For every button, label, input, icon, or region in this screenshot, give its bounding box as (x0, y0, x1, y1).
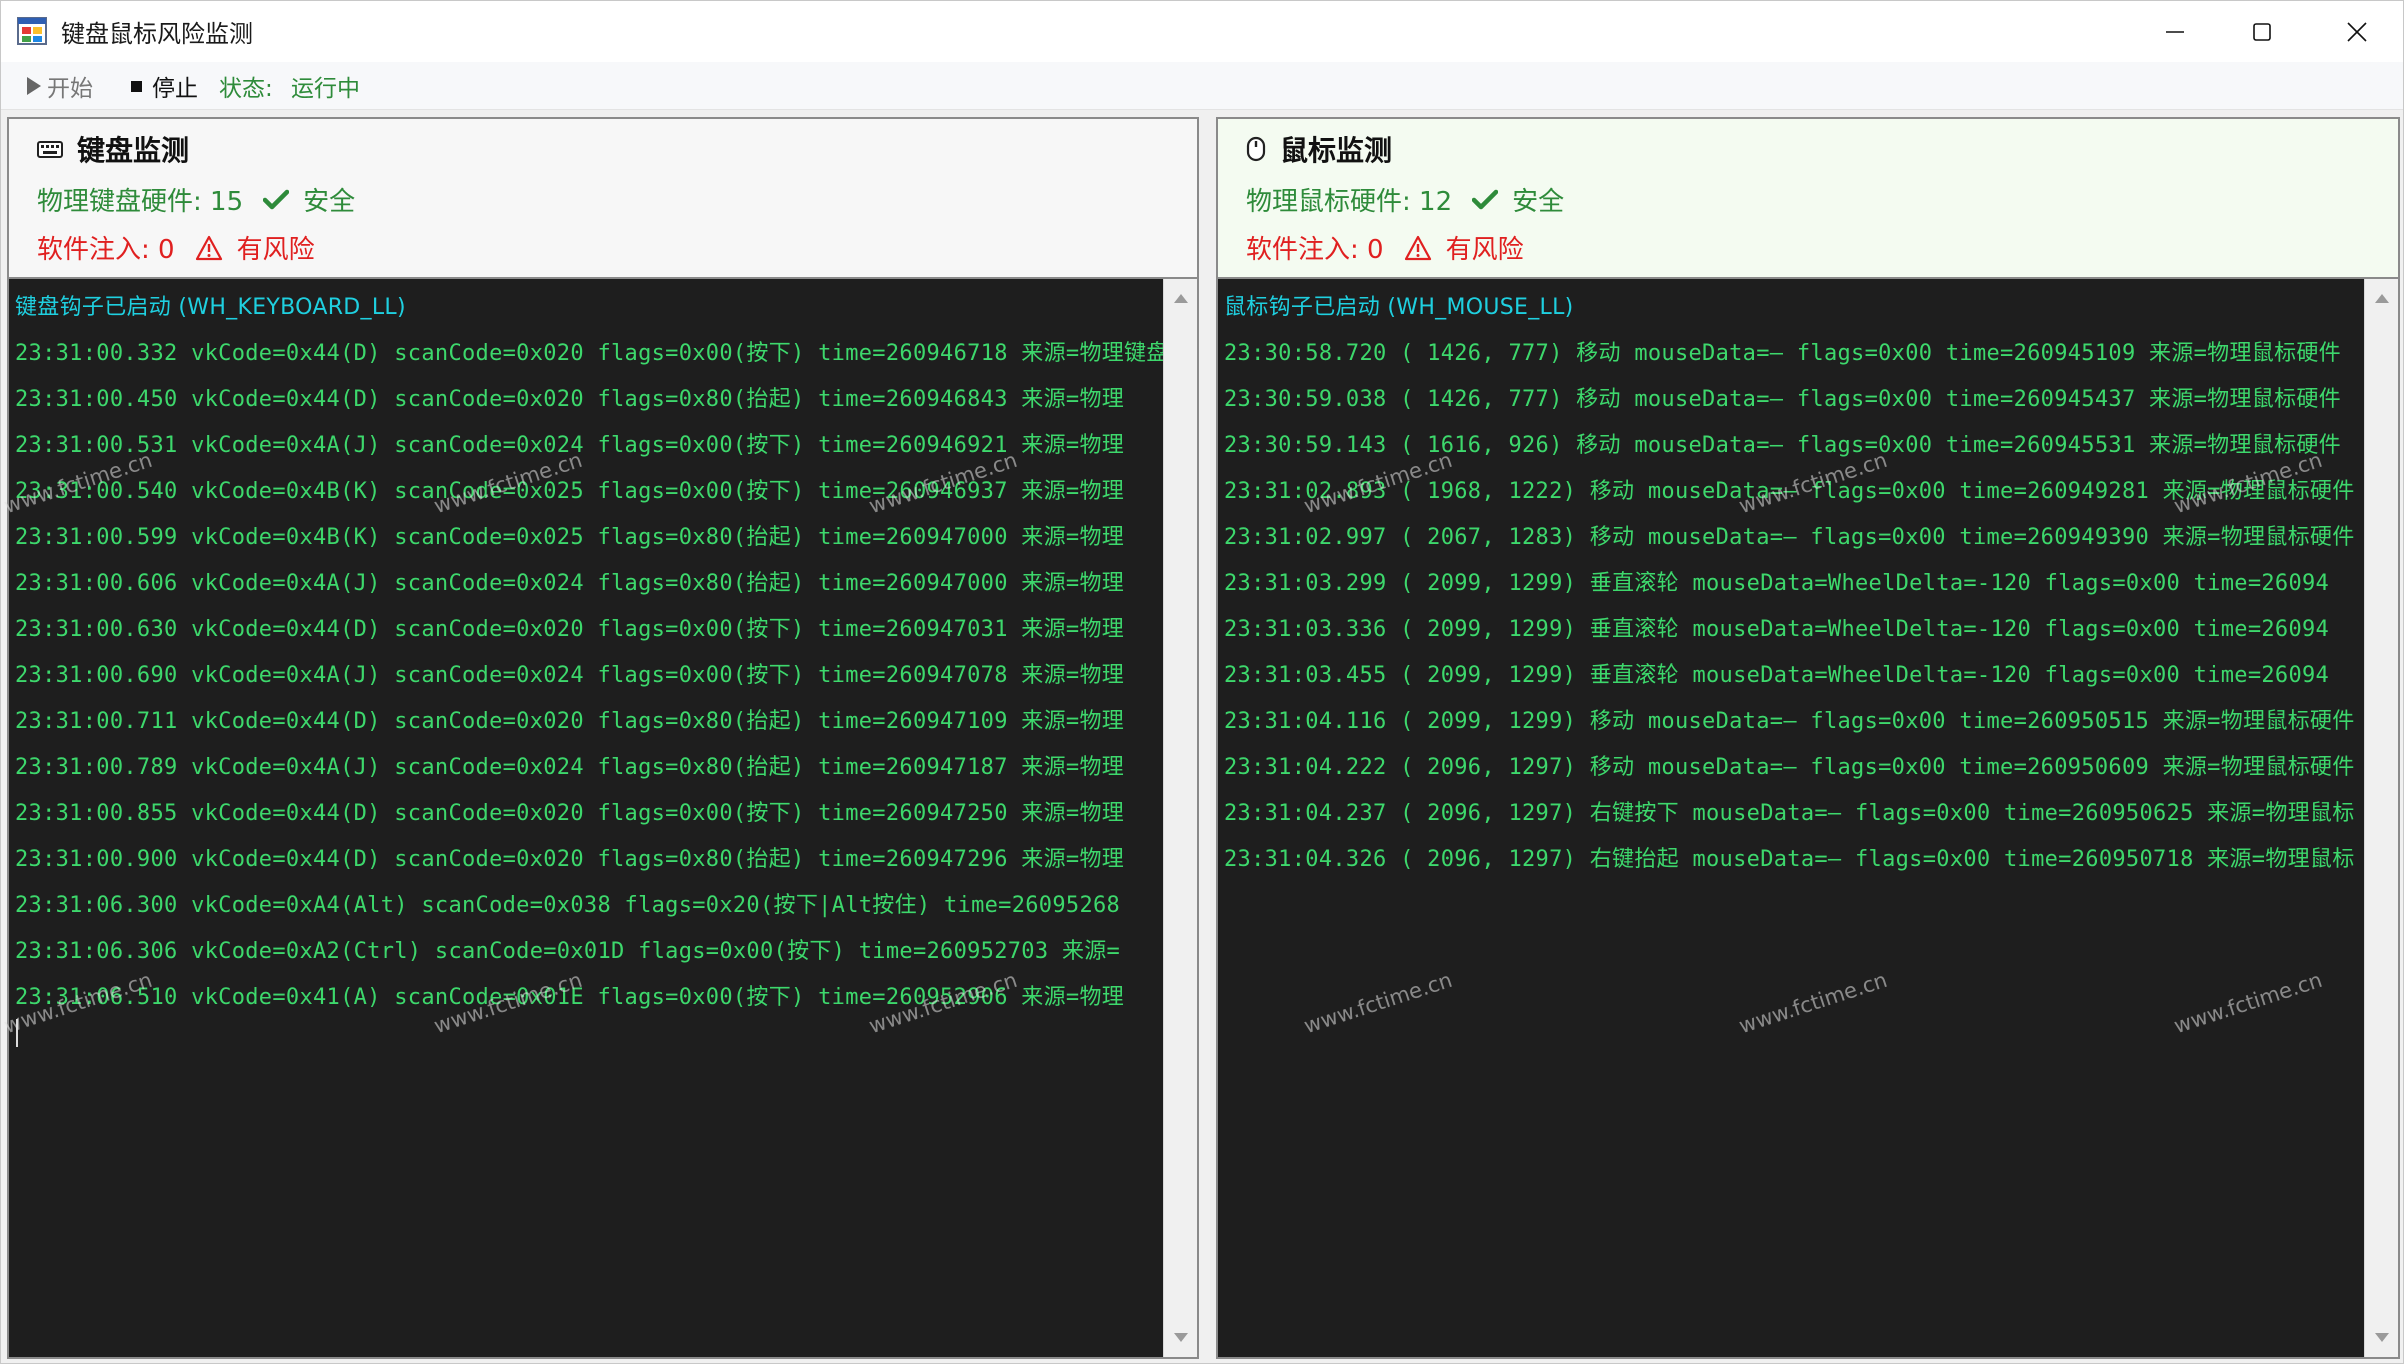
mouse-hardware-count: 物理鼠标硬件: 12 (1246, 187, 1453, 217)
minimize-icon (2166, 30, 2184, 33)
mouse-log-line: 23:31:04.326 ( 2096, 1297) 右键抬起 mouseDat… (1224, 847, 2355, 872)
keyboard-log-line: 23:31:00.789 vkCode=0x4A(J) scanCode=0x0… (15, 755, 1125, 780)
mouse-log-line: 23:30:59.143 ( 1616, 926) 移动 mouseData=—… (1224, 433, 2341, 458)
keyboard-log-line: 23:31:00.599 vkCode=0x4B(K) scanCode=0x0… (15, 525, 1125, 550)
keyboard-log-line: 23:31:00.540 vkCode=0x4B(K) scanCode=0x0… (15, 479, 1125, 504)
scroll-down-button[interactable] (1164, 1323, 1197, 1353)
toolbar: 开始 停止 状态: 运行中 (1, 62, 2403, 110)
check-icon (263, 189, 290, 209)
mouse-log-line: 23:31:04.116 ( 2099, 1299) 移动 mouseData=… (1224, 709, 2355, 734)
scroll-down-button[interactable] (2365, 1323, 2398, 1353)
app-window-icon (17, 17, 47, 45)
keyboard-log-line: 23:31:00.690 vkCode=0x4A(J) scanCode=0x0… (15, 663, 1125, 688)
keyboard-log-line: 23:31:00.531 vkCode=0x4A(J) scanCode=0x0… (15, 433, 1125, 458)
mouse-log-line: 23:31:03.336 ( 2099, 1299) 垂直滚轮 mouseDat… (1224, 617, 2330, 642)
stop-button-label: 停止 (152, 76, 198, 102)
chevron-up-icon (2375, 294, 2389, 303)
keyboard-log-line: 23:31:00.711 vkCode=0x44(D) scanCode=0x0… (15, 709, 1125, 734)
mouse-panel-title: 鼠标监测 (1280, 134, 1393, 167)
keyboard-log-line: 23:31:06.510 vkCode=0x41(A) scanCode=0x0… (15, 985, 1125, 1010)
close-icon (2347, 21, 2367, 42)
keyboard-log-line: 23:31:06.306 vkCode=0xA2(Ctrl) scanCode=… (15, 939, 1121, 964)
mouse-log-line: 23:31:04.222 ( 2096, 1297) 移动 mouseData=… (1224, 755, 2355, 780)
mouse-log-line: 23:30:59.038 ( 1426, 777) 移动 mouseData=—… (1224, 387, 2341, 412)
keyboard-panel-header: 键盘监测 物理键盘硬件: 15 安全 软件注入: 0 有风险 (7, 117, 1199, 279)
keyboard-hardware-count: 物理键盘硬件: 15 (37, 187, 244, 217)
keyboard-log-scrollbar[interactable] (1163, 279, 1197, 1357)
chevron-down-icon (2375, 1333, 2389, 1342)
keyboard-hardware-status: 安全 (303, 187, 356, 217)
mouse-log-line: 23:31:03.299 ( 2099, 1299) 垂直滚轮 mouseDat… (1224, 571, 2330, 596)
scroll-up-button[interactable] (1164, 283, 1197, 313)
keyboard-injection-count: 软件注入: 0 (37, 235, 175, 265)
keyboard-log-line: 23:31:00.855 vkCode=0x44(D) scanCode=0x0… (15, 801, 1125, 826)
keyboard-log-header: 键盘钩子已启动 (WH_KEYBOARD_LL) (15, 295, 406, 320)
mouse-panel-header: 鼠标监测 物理鼠标硬件: 12 安全 软件注入: 0 有风险 (1216, 117, 2400, 279)
status-value: 运行中 (291, 76, 360, 102)
keyboard-log-line: 23:31:00.606 vkCode=0x4A(J) scanCode=0x0… (15, 571, 1125, 596)
stop-icon (131, 80, 142, 92)
warning-icon (1404, 235, 1431, 260)
chevron-up-icon (1174, 294, 1188, 303)
title-bar: 键盘鼠标风险监测 (1, 1, 2403, 62)
text-caret (16, 1019, 18, 1047)
mouse-log-line: 23:31:02.893 ( 1968, 1222) 移动 mouseData=… (1224, 479, 2355, 504)
mouse-log-area[interactable]: 鼠标钩子已启动 (WH_MOUSE_LL) 23:30:58.720 ( 142… (1216, 279, 2400, 1359)
mouse-log-line: 23:31:04.237 ( 2096, 1297) 右键按下 mouseDat… (1224, 801, 2355, 826)
maximize-icon (2253, 22, 2271, 41)
scroll-up-button[interactable] (2365, 283, 2398, 313)
close-button[interactable] (2311, 1, 2403, 62)
status-label: 状态: (219, 76, 273, 102)
keyboard-log-line: 23:31:00.900 vkCode=0x44(D) scanCode=0x0… (15, 847, 1125, 872)
stop-button[interactable]: 停止 (127, 70, 198, 102)
mouse-log-line: 23:31:02.997 ( 2067, 1283) 移动 mouseData=… (1224, 525, 2355, 550)
mouse-injection-status: 有风险 (1445, 235, 1524, 265)
play-icon (27, 77, 41, 95)
keyboard-log-line: 23:31:06.300 vkCode=0xA4(Alt) scanCode=0… (15, 893, 1121, 918)
mouse-log-scrollbar[interactable] (2364, 279, 2398, 1357)
maximize-button[interactable] (2216, 1, 2308, 62)
keyboard-panel-title: 键盘监测 (77, 134, 190, 167)
mouse-log-content: 鼠标钩子已启动 (WH_MOUSE_LL) 23:30:58.720 ( 142… (1218, 279, 2364, 1357)
mouse-icon (1246, 136, 1266, 162)
keyboard-log-line: 23:31:00.332 vkCode=0x44(D) scanCode=0x0… (15, 341, 1163, 366)
warning-icon (195, 235, 222, 260)
check-icon (1472, 189, 1499, 209)
mouse-injection-count: 软件注入: 0 (1246, 235, 1384, 265)
keyboard-injection-status: 有风险 (236, 235, 315, 265)
keyboard-log-content: 键盘钩子已启动 (WH_KEYBOARD_LL) 23:31:00.332 vk… (9, 279, 1163, 1357)
keyboard-panel: 键盘监测 物理键盘硬件: 15 安全 软件注入: 0 有风险 键盘钩子已启动 (… (7, 117, 1199, 1359)
keyboard-log-line: 23:31:00.630 vkCode=0x44(D) scanCode=0x0… (15, 617, 1125, 642)
main-window: 键盘鼠标风险监测 开始 停止 状态: 运行中 键盘监测 物理键盘硬件: 15 安… (0, 0, 2404, 1364)
chevron-down-icon (1174, 1333, 1188, 1342)
mouse-log-line: 23:30:58.720 ( 1426, 777) 移动 mouseData=—… (1224, 341, 2341, 366)
start-button-label: 开始 (47, 76, 93, 102)
mouse-log-header: 鼠标钩子已启动 (WH_MOUSE_LL) (1224, 295, 1574, 320)
mouse-log-line: 23:31:03.455 ( 2099, 1299) 垂直滚轮 mouseDat… (1224, 663, 2330, 688)
minimize-button[interactable] (2129, 1, 2221, 62)
keyboard-icon (37, 141, 63, 158)
mouse-hardware-status: 安全 (1512, 187, 1565, 217)
window-title: 键盘鼠标风险监测 (61, 20, 253, 48)
start-button[interactable]: 开始 (27, 70, 93, 102)
keyboard-log-line: 23:31:00.450 vkCode=0x44(D) scanCode=0x0… (15, 387, 1125, 412)
keyboard-log-area[interactable]: 键盘钩子已启动 (WH_KEYBOARD_LL) 23:31:00.332 vk… (7, 279, 1199, 1359)
mouse-panel: 鼠标监测 物理鼠标硬件: 12 安全 软件注入: 0 有风险 鼠标钩子已启动 (… (1216, 117, 2400, 1359)
